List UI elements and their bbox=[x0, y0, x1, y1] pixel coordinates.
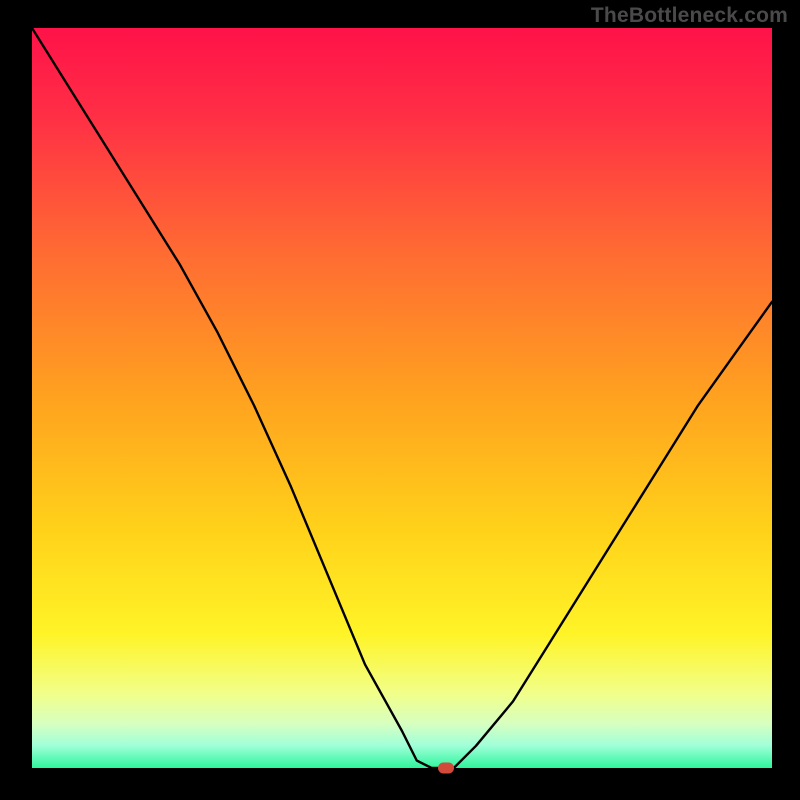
chart-frame: TheBottleneck.com bbox=[0, 0, 800, 800]
watermark-text: TheBottleneck.com bbox=[591, 4, 788, 28]
operating-point-marker bbox=[438, 763, 454, 774]
plot-area bbox=[32, 28, 772, 768]
gradient-background bbox=[32, 28, 772, 768]
chart-svg bbox=[32, 28, 772, 768]
